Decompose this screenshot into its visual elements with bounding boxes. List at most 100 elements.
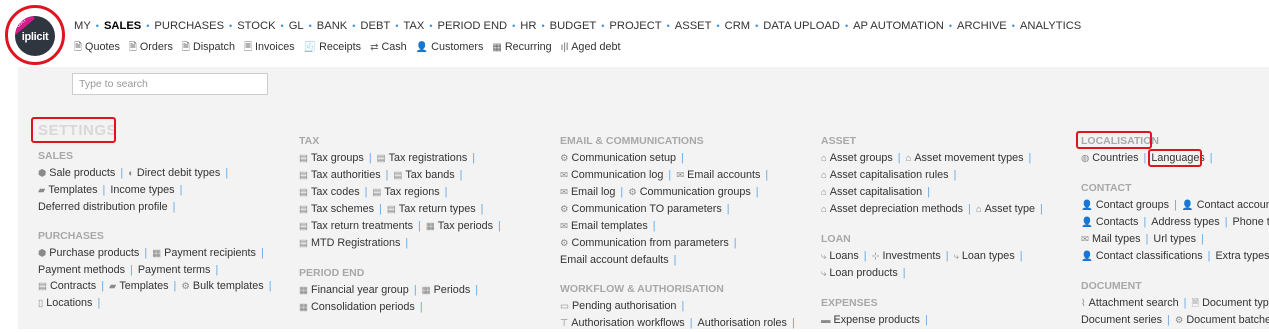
app-logo[interactable]: UAT iplicit bbox=[15, 16, 55, 56]
link-payment-terms[interactable]: Payment terms bbox=[138, 264, 211, 276]
subnav-item-orders[interactable]: 🗎Orders bbox=[129, 41, 173, 53]
mail-icon: ✉ bbox=[676, 170, 684, 181]
link-asset-movement-types[interactable]: ⌂Asset movement types bbox=[906, 152, 1024, 164]
nav-item-asset[interactable]: ASSET bbox=[675, 20, 712, 32]
link-tax-return-types[interactable]: ▤Tax return types bbox=[387, 203, 476, 215]
link-tax-registrations[interactable]: ▤Tax registrations bbox=[377, 152, 468, 164]
link-contracts[interactable]: ▤Contracts bbox=[38, 280, 96, 292]
link-extra-types[interactable]: Extra types bbox=[1215, 250, 1269, 262]
settings-row: ▤MTD Registrations| bbox=[299, 235, 506, 252]
link-label: Contacts bbox=[1096, 216, 1139, 228]
link-contact-accounts[interactable]: 👤Contact accounts bbox=[1182, 199, 1269, 211]
link-locations[interactable]: ▯Locations bbox=[38, 297, 92, 309]
link-authorisation-workflows[interactable]: ⊤Authorisation workflows bbox=[560, 317, 685, 329]
nav-item-archive[interactable]: ARCHIVE bbox=[957, 20, 1007, 32]
link-tax-schemes[interactable]: ▤Tax schemes bbox=[299, 203, 374, 215]
subnav-item-recurring[interactable]: ▦Recurring bbox=[492, 41, 551, 53]
link-mail-types[interactable]: ✉Mail types bbox=[1081, 233, 1141, 245]
link-document-types[interactable]: 🗎Document types bbox=[1191, 297, 1269, 309]
link-tax-bands[interactable]: ▤Tax bands bbox=[393, 169, 454, 181]
subnav-item-quotes[interactable]: 🗎Quotes bbox=[74, 41, 120, 53]
subnav-item-invoices[interactable]: 🗏Invoices bbox=[244, 41, 295, 53]
workflow-icon: ⊤ bbox=[560, 318, 568, 329]
link-communication-setup[interactable]: ⚙Communication setup bbox=[560, 152, 676, 164]
subnav-item-receipts[interactable]: 🧾Receipts bbox=[304, 41, 361, 53]
subnav-item-aged-debt[interactable]: ı|lAged debt bbox=[561, 41, 621, 53]
nav-item-sales[interactable]: SALES bbox=[104, 20, 141, 32]
nav-item-project[interactable]: PROJECT bbox=[609, 20, 661, 32]
link-url-types[interactable]: Url types bbox=[1153, 233, 1196, 245]
link-label: Templates bbox=[48, 184, 97, 196]
search-input[interactable] bbox=[72, 73, 268, 95]
subnav-item-customers[interactable]: 👤Customers bbox=[416, 41, 484, 53]
link-purchase-products[interactable]: ⬢Purchase products bbox=[38, 247, 139, 259]
link-tax-codes[interactable]: ▤Tax codes bbox=[299, 186, 360, 198]
subnav-item-cash[interactable]: ⇄Cash bbox=[370, 41, 407, 53]
link-email-log[interactable]: ✉Email log bbox=[560, 186, 615, 198]
link-expense-products[interactable]: ▬Expense products bbox=[821, 314, 920, 326]
link-financial-year-group[interactable]: ▦Financial year group bbox=[299, 284, 409, 296]
link-loan-types[interactable]: ⤷Loan types bbox=[954, 250, 1015, 262]
nav-item-purchases[interactable]: PURCHASES bbox=[154, 20, 224, 32]
nav-item-bank[interactable]: BANK bbox=[317, 20, 347, 32]
nav-item-ap-automation[interactable]: AP AUTOMATION bbox=[853, 20, 944, 32]
link-mtd-registrations[interactable]: ▤MTD Registrations bbox=[299, 237, 400, 249]
link-tax-periods[interactable]: ▦Tax periods bbox=[426, 220, 493, 232]
link-document-batches[interactable]: ⚙Document batches bbox=[1175, 314, 1269, 326]
link-bulk-templates[interactable]: ⚙Bulk templates bbox=[181, 280, 263, 292]
link-document-series[interactable]: Document series bbox=[1081, 314, 1162, 326]
link-payment-recipients[interactable]: ▦Payment recipients bbox=[152, 247, 256, 259]
link-communication-groups[interactable]: ⚙Communication groups bbox=[628, 186, 751, 198]
nav-item-my[interactable]: MY bbox=[74, 20, 91, 32]
link-email-account-defaults[interactable]: Email account defaults bbox=[560, 254, 669, 266]
nav-item-gl[interactable]: GL bbox=[289, 20, 304, 32]
link-periods[interactable]: ▦Periods bbox=[422, 284, 471, 296]
link-address-types[interactable]: Address types bbox=[1151, 216, 1219, 228]
nav-item-crm[interactable]: CRM bbox=[725, 20, 750, 32]
subnav-item-dispatch[interactable]: 🗎Dispatch bbox=[182, 41, 235, 53]
nav-item-analytics[interactable]: ANALYTICS bbox=[1020, 20, 1081, 32]
nav-item-budget[interactable]: BUDGET bbox=[550, 20, 597, 32]
link-label: Income types bbox=[110, 184, 174, 196]
link-contacts[interactable]: 👤Contacts bbox=[1081, 216, 1138, 228]
link-templates[interactable]: ▰Templates bbox=[38, 184, 98, 196]
link-pending-authorisation[interactable]: ▭Pending authorisation bbox=[560, 300, 676, 312]
nav-item-debt[interactable]: DEBT bbox=[360, 20, 390, 32]
link-contact-groups[interactable]: 👤Contact groups bbox=[1081, 199, 1169, 211]
link-asset-groups[interactable]: ⌂Asset groups bbox=[821, 152, 893, 164]
nav-item-period-end[interactable]: PERIOD END bbox=[438, 20, 508, 32]
link-loan-products[interactable]: ⤷Loan products bbox=[821, 267, 898, 279]
link-communication-from-parameters[interactable]: ⚙Communication from parameters bbox=[560, 237, 729, 249]
link-contact-classifications[interactable]: 👤Contact classifications bbox=[1081, 250, 1203, 262]
link-direct-debit-types[interactable]: ◐Direct debit types bbox=[128, 167, 220, 179]
link-communication-log[interactable]: ✉Communication log bbox=[560, 169, 663, 181]
link-asset-type[interactable]: ⌂Asset type bbox=[976, 203, 1035, 215]
link-asset-capitalisation[interactable]: ⌂Asset capitalisation bbox=[821, 186, 922, 198]
link-communication-to-parameters[interactable]: ⚙Communication TO parameters bbox=[560, 203, 722, 215]
link-separator: | bbox=[365, 186, 368, 198]
link-countries[interactable]: ◍Countries bbox=[1081, 152, 1139, 164]
link-email-accounts[interactable]: ✉Email accounts bbox=[676, 169, 760, 181]
link-tax-regions[interactable]: ▤Tax regions bbox=[372, 186, 439, 198]
link-authorisation-roles[interactable]: Authorisation roles bbox=[698, 317, 787, 329]
link-income-types[interactable]: Income types bbox=[110, 184, 174, 196]
link-templates[interactable]: ▰Templates bbox=[109, 280, 169, 292]
link-attachment-search[interactable]: ⌇Attachment search bbox=[1081, 297, 1179, 309]
link-tax-return-treatments[interactable]: ▤Tax return treatments bbox=[299, 220, 413, 232]
link-tax-authorities[interactable]: ▤Tax authorities bbox=[299, 169, 381, 181]
nav-item-tax[interactable]: TAX bbox=[403, 20, 424, 32]
nav-item-hr[interactable]: HR bbox=[520, 20, 536, 32]
nav-item-data-upload[interactable]: DATA UPLOAD bbox=[763, 20, 840, 32]
link-investments[interactable]: ⊹Investments bbox=[872, 250, 941, 262]
link-consolidation-periods[interactable]: ▦Consolidation periods bbox=[299, 301, 415, 313]
link-deferred-distribution-profile[interactable]: Deferred distribution profile bbox=[38, 201, 168, 213]
link-phone-types[interactable]: Phone types bbox=[1233, 216, 1269, 228]
link-sale-products[interactable]: ⬢Sale products bbox=[38, 167, 115, 179]
link-asset-capitalisation-rules[interactable]: ⌂Asset capitalisation rules bbox=[821, 169, 949, 181]
link-tax-groups[interactable]: ▤Tax groups bbox=[299, 152, 364, 164]
nav-item-stock[interactable]: STOCK bbox=[237, 20, 275, 32]
link-email-templates[interactable]: ✉Email templates bbox=[560, 220, 648, 232]
link-asset-depreciation-methods[interactable]: ⌂Asset depreciation methods bbox=[821, 203, 963, 215]
link-loans[interactable]: ⤷Loans bbox=[821, 250, 859, 262]
link-payment-methods[interactable]: Payment methods bbox=[38, 264, 125, 276]
